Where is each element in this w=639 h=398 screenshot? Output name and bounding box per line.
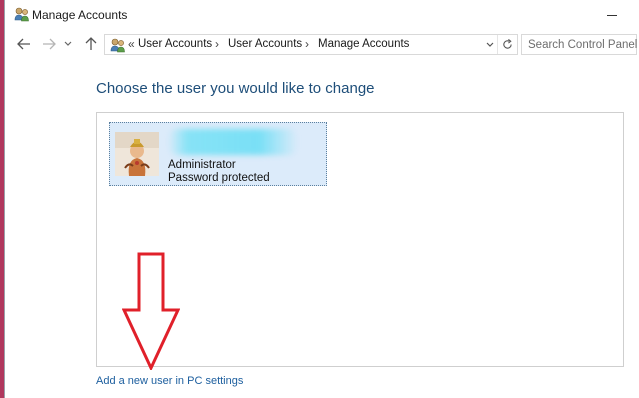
page-title: Choose the user you would like to change <box>96 80 375 97</box>
back-arrow-icon <box>17 38 30 50</box>
account-status: Password protected <box>168 172 270 184</box>
user-accounts-icon <box>14 7 29 22</box>
back-button[interactable] <box>15 35 33 53</box>
overflow-crumbs-button[interactable]: « <box>128 37 135 51</box>
add-new-user-link[interactable]: Add a new user in PC settings <box>96 375 243 387</box>
breadcrumb-manage-accounts[interactable]: Manage Accounts <box>318 38 409 50</box>
minimize-icon <box>607 14 617 16</box>
breadcrumb-separator-icon[interactable]: › <box>305 37 309 51</box>
account-tile[interactable]: Administrator Password protected <box>109 122 327 186</box>
address-bar[interactable]: « User Accounts › User Accounts › Manage… <box>104 34 518 55</box>
breadcrumb-separator-icon[interactable]: › <box>215 37 219 51</box>
avatar <box>115 132 159 176</box>
window-title: Manage Accounts <box>32 8 128 22</box>
control-panel-icon <box>110 38 125 53</box>
annotation-arrow-icon <box>122 252 180 370</box>
title-bar: Manage Accounts <box>5 0 639 30</box>
redacted-username <box>168 129 298 155</box>
refresh-icon <box>503 39 512 49</box>
up-button[interactable] <box>82 35 100 53</box>
search-box[interactable] <box>521 34 639 55</box>
minimize-button[interactable] <box>601 5 623 25</box>
forward-arrow-icon <box>43 38 56 50</box>
breadcrumb-user-accounts[interactable]: User Accounts <box>228 38 302 50</box>
forward-button[interactable] <box>40 35 58 53</box>
chevron-down-icon <box>64 41 72 46</box>
up-arrow-icon <box>85 37 97 50</box>
avatar-image <box>115 132 159 176</box>
navigation-bar: « User Accounts › User Accounts › Manage… <box>5 30 639 60</box>
chevron-down-icon <box>486 42 494 47</box>
refresh-button[interactable] <box>497 35 517 54</box>
account-type: Administrator <box>168 159 236 171</box>
search-input[interactable] <box>524 36 639 54</box>
recent-locations-button[interactable] <box>62 35 74 53</box>
breadcrumb-user-accounts-root[interactable]: User Accounts <box>138 38 212 50</box>
address-dropdown-button[interactable] <box>483 37 497 52</box>
